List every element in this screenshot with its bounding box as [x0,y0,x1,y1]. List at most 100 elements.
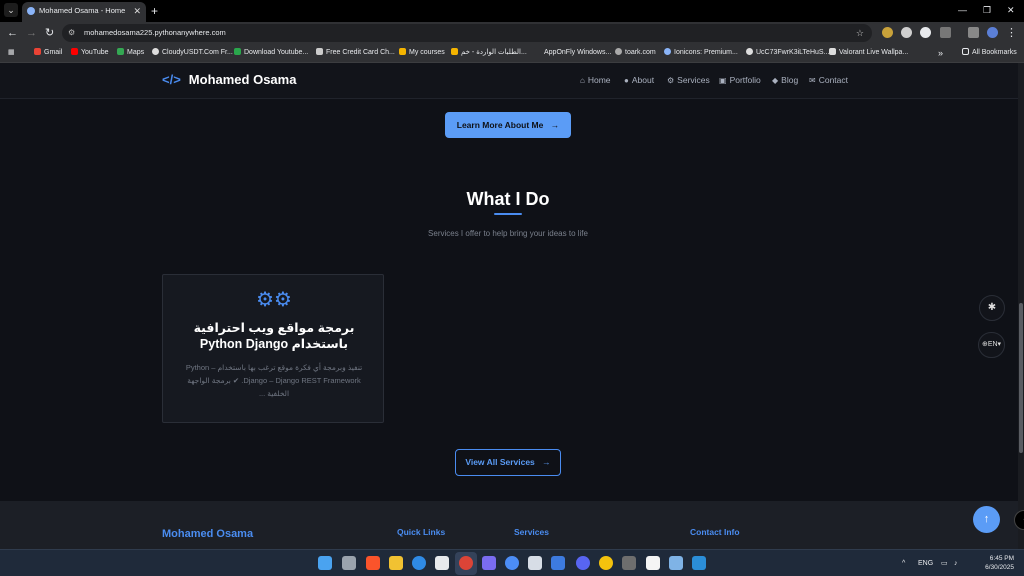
bookmark-item[interactable]: UcC73FwrK3iLTeHuS... [746,46,829,60]
media-control-icon[interactable] [968,27,979,38]
app-icon[interactable] [599,556,613,570]
bookmark-label: Download Youtube... [244,49,309,56]
apps-grid-icon[interactable]: ▦ [8,46,15,60]
app-icon[interactable] [669,556,683,570]
nav-services[interactable]: ⚙ Services [667,75,710,85]
bookmark-item[interactable]: Free Credit Card Ch... [316,46,395,60]
service-card[interactable]: ⚙⚙ برمجة مواقع ويب احترافية باستخدام Pyt… [162,274,384,423]
view-all-services-button[interactable]: View All Services → [455,449,561,476]
browser-tab[interactable]: Mohamed Osama - Home ✕ [22,2,146,22]
app-icon[interactable] [528,556,542,570]
nav-blog-label: Blog [781,75,799,85]
site-navbar: </> Mohamed Osama ⌂ Home ● About ⚙ Services … [0,63,1024,99]
profile-avatar[interactable] [987,27,998,38]
bookmark-label: Ionicons: Premium... [674,49,738,56]
extension-icon[interactable] [920,27,931,38]
bookmark-item[interactable]: Ionicons: Premium... [664,46,738,60]
nav-contact-label: Contact [818,75,848,85]
bookmark-item[interactable]: Gmail [34,46,62,60]
scrollbar-thumb[interactable] [1019,303,1023,453]
nav-contact[interactable]: ✉ Contact [809,75,848,85]
bookmark-label: الطلبات الواردة - خم... [461,49,527,56]
site-info-icon[interactable]: ⚙ [68,24,75,42]
bookmark-favicon-icon [664,48,671,55]
bookmarks-overflow-button[interactable]: » [938,46,943,60]
reload-button[interactable]: ↻ [45,26,54,40]
extension-icon[interactable] [901,27,912,38]
nav-blog[interactable]: ◆ Blog [772,75,798,85]
bookmark-item[interactable]: My courses [399,46,445,60]
bookmark-favicon-icon [152,48,159,55]
bookmark-favicon-icon [399,48,406,55]
bookmark-item[interactable]: Valorant Live Wallpa... [829,46,908,60]
input-language[interactable]: ENG [918,550,933,576]
scroll-to-top-button[interactable]: ↑ [973,506,1000,533]
blog-icon: ◆ [772,76,779,85]
chrome-icon[interactable] [459,556,473,570]
address-bar[interactable]: ⚙ mohamedosama225.pythonanywhere.com ☆ [62,24,872,42]
tray-overflow-icon[interactable]: ^ [902,550,905,576]
bookmark-item[interactable]: Maps [117,46,144,60]
volume-icon[interactable]: ♪ [954,550,958,576]
nav-services-label: Services [677,75,710,85]
clock-time: 6:45 PM [989,555,1014,562]
nav-home[interactable]: ⌂ Home [580,75,611,85]
nav-portfolio-label: Portfolio [729,75,761,85]
bookmark-label: YouTube [81,49,109,56]
bookmark-favicon-icon [615,48,622,55]
arrow-right-icon: → [550,120,560,130]
network-icon[interactable]: ▭ [941,550,948,576]
service-card-title: برمجة مواقع ويب احترافية باستخدام Python… [193,321,355,351]
learn-more-button[interactable]: Learn More About Me → [445,112,571,138]
app-icon[interactable] [551,556,565,570]
bookmarks-bar: ▦ Gmail YouTube Maps CloudyUSDT.Com Fr..… [0,44,1024,63]
forward-button[interactable]: → [26,26,37,40]
task-view-icon[interactable] [342,556,356,570]
browser-menu-icon[interactable]: ⋮ [1006,26,1017,40]
extensions-puzzle-icon[interactable] [940,27,951,38]
learn-more-label: Learn More About Me [456,120,544,130]
bookmark-item[interactable]: CloudyUSDT.Com Fr... [152,46,233,60]
tab-search-icon[interactable]: ⌄ [4,3,18,17]
url-text: mohamedosama225.pythonanywhere.com [84,28,226,37]
user-icon: ● [624,76,629,85]
bookmark-label: Gmail [44,49,63,56]
brave-browser-icon[interactable] [366,556,380,570]
section-subtitle: Services I offer to help bring your idea… [428,229,588,238]
system-clock[interactable]: 6:45 PM 6/30/2025 [968,554,1014,572]
discord-icon[interactable] [576,556,590,570]
language-switcher[interactable]: ⊕EN▾ [978,332,1005,358]
nav-portfolio[interactable]: ▣ Portfolio [719,75,761,85]
restore-button[interactable]: ❐ [983,2,991,18]
settings-gear-icon[interactable]: ✱ [979,295,1005,321]
minimize-button[interactable]: — [958,2,967,18]
bookmark-item[interactable]: AppOnFly Windows... [534,46,611,60]
app-icon[interactable] [622,556,636,570]
tab-close-icon[interactable]: ✕ [133,2,141,20]
bookmark-star-icon[interactable]: ☆ [856,24,864,42]
nav-about[interactable]: ● About [624,75,654,85]
bookmark-item[interactable]: toark.com [615,46,656,60]
all-bookmarks-button[interactable]: All Bookmarks [962,46,1017,60]
store-icon[interactable] [435,556,449,570]
bookmark-label: AppOnFly Windows... [544,49,612,56]
site-brand[interactable]: </> Mohamed Osama [162,72,296,87]
footer-contact-heading: Contact Info [690,527,740,537]
copilot-icon[interactable] [482,556,496,570]
file-explorer-icon[interactable] [389,556,403,570]
close-window-button[interactable]: ✕ [1007,2,1015,18]
bookmark-item[interactable]: YouTube [71,46,109,60]
bookmark-favicon-icon [451,48,458,55]
extension-icon[interactable] [882,27,893,38]
windows-start-icon[interactable] [318,556,332,570]
app-icon[interactable] [505,556,519,570]
tab-title: Mohamed Osama - Home [39,6,126,15]
bookmark-item[interactable]: Download Youtube... [234,46,308,60]
edge-browser-icon[interactable] [412,556,426,570]
bookmark-item[interactable]: الطلبات الواردة - خم... [451,46,527,60]
back-button[interactable]: ← [7,26,18,40]
new-tab-button[interactable]: + [151,2,158,20]
arrow-right-icon: → [542,457,551,467]
app-icon[interactable] [646,556,660,570]
vscode-icon[interactable] [692,556,706,570]
